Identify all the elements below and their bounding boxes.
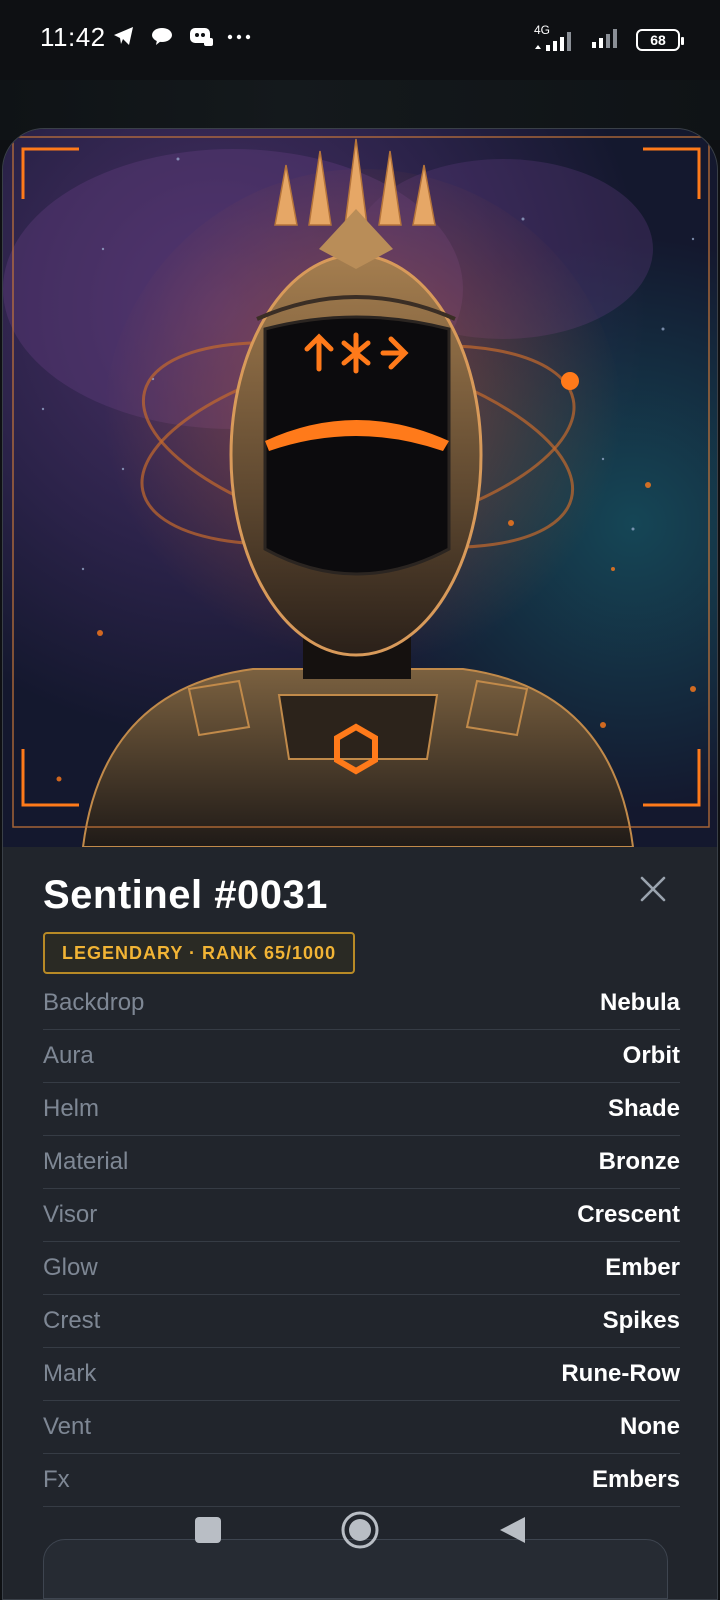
- trait-value: Rune-Row: [561, 1360, 680, 1387]
- status-time: 11:42: [40, 22, 106, 52]
- trait-key: Mark: [43, 1360, 97, 1387]
- trait-value: Nebula: [599, 989, 680, 1016]
- trait-row-aura: Aura Orbit: [43, 1030, 680, 1083]
- trait-value: None: [620, 1413, 680, 1440]
- trait-key: Aura: [43, 1042, 94, 1069]
- telegram-icon: [112, 24, 136, 48]
- signal-bars-icon: [590, 24, 624, 55]
- trait-row-mark: Mark Rune-Row: [43, 1348, 680, 1401]
- square-icon: [195, 1517, 221, 1543]
- trait-value: Crescent: [577, 1201, 680, 1228]
- more-dots-icon: [226, 24, 251, 48]
- recents-button[interactable]: [188, 1510, 228, 1550]
- status-bar: 11:42 4G 68: [0, 0, 720, 80]
- notification-icons: [112, 24, 251, 48]
- triangle-back-icon: [500, 1517, 525, 1543]
- trait-key: Glow: [43, 1254, 98, 1281]
- trait-list: Backdrop Nebula Aura Orbit Helm Shade Ma…: [43, 977, 680, 1507]
- trait-row-vent: Vent None: [43, 1401, 680, 1454]
- system-status: 4G 68: [532, 23, 684, 55]
- discord-icon: [188, 24, 213, 48]
- trait-key: Visor: [43, 1201, 98, 1228]
- trait-value: Spikes: [602, 1307, 680, 1334]
- trait-row-glow: Glow Ember: [43, 1242, 680, 1295]
- close-icon: [640, 876, 666, 902]
- trait-key: Crest: [43, 1307, 101, 1334]
- trait-key: Fx: [43, 1466, 70, 1493]
- signal-4g-icon: 4G: [532, 23, 578, 53]
- trait-value: Shade: [607, 1095, 680, 1122]
- nft-detail-sheet: Sentinel #0031 LEGENDARY · RANK 65/1000 …: [2, 128, 718, 1600]
- trait-value: Embers: [591, 1466, 680, 1493]
- trait-key: Backdrop: [43, 989, 145, 1016]
- trait-row-visor: Visor Crescent: [43, 1189, 680, 1242]
- trait-row-crest: Crest Spikes: [43, 1295, 680, 1348]
- trait-row-backdrop: Backdrop Nebula: [43, 977, 680, 1030]
- trait-key: Vent: [43, 1413, 92, 1440]
- rarity-badge: LEGENDARY · RANK 65/1000: [43, 932, 356, 974]
- home-button[interactable]: [340, 1510, 380, 1550]
- trait-key: Material: [43, 1148, 129, 1175]
- back-button[interactable]: [492, 1510, 532, 1550]
- trait-row-material: Material Bronze: [43, 1136, 680, 1189]
- trait-value: Ember: [605, 1254, 680, 1281]
- trait-key: Helm: [43, 1095, 100, 1122]
- battery-indicator: 68: [636, 28, 684, 51]
- trait-value: Bronze: [598, 1148, 680, 1175]
- nft-artwork: [3, 129, 717, 847]
- nft-title: Sentinel #0031: [43, 873, 328, 917]
- trait-value: Orbit: [622, 1042, 680, 1069]
- chat-bubble-icon: [150, 24, 174, 48]
- trait-row-helm: Helm Shade: [43, 1083, 680, 1136]
- close-button[interactable]: [633, 869, 673, 909]
- system-nav-bar: [0, 1500, 720, 1560]
- circle-icon: [341, 1511, 379, 1549]
